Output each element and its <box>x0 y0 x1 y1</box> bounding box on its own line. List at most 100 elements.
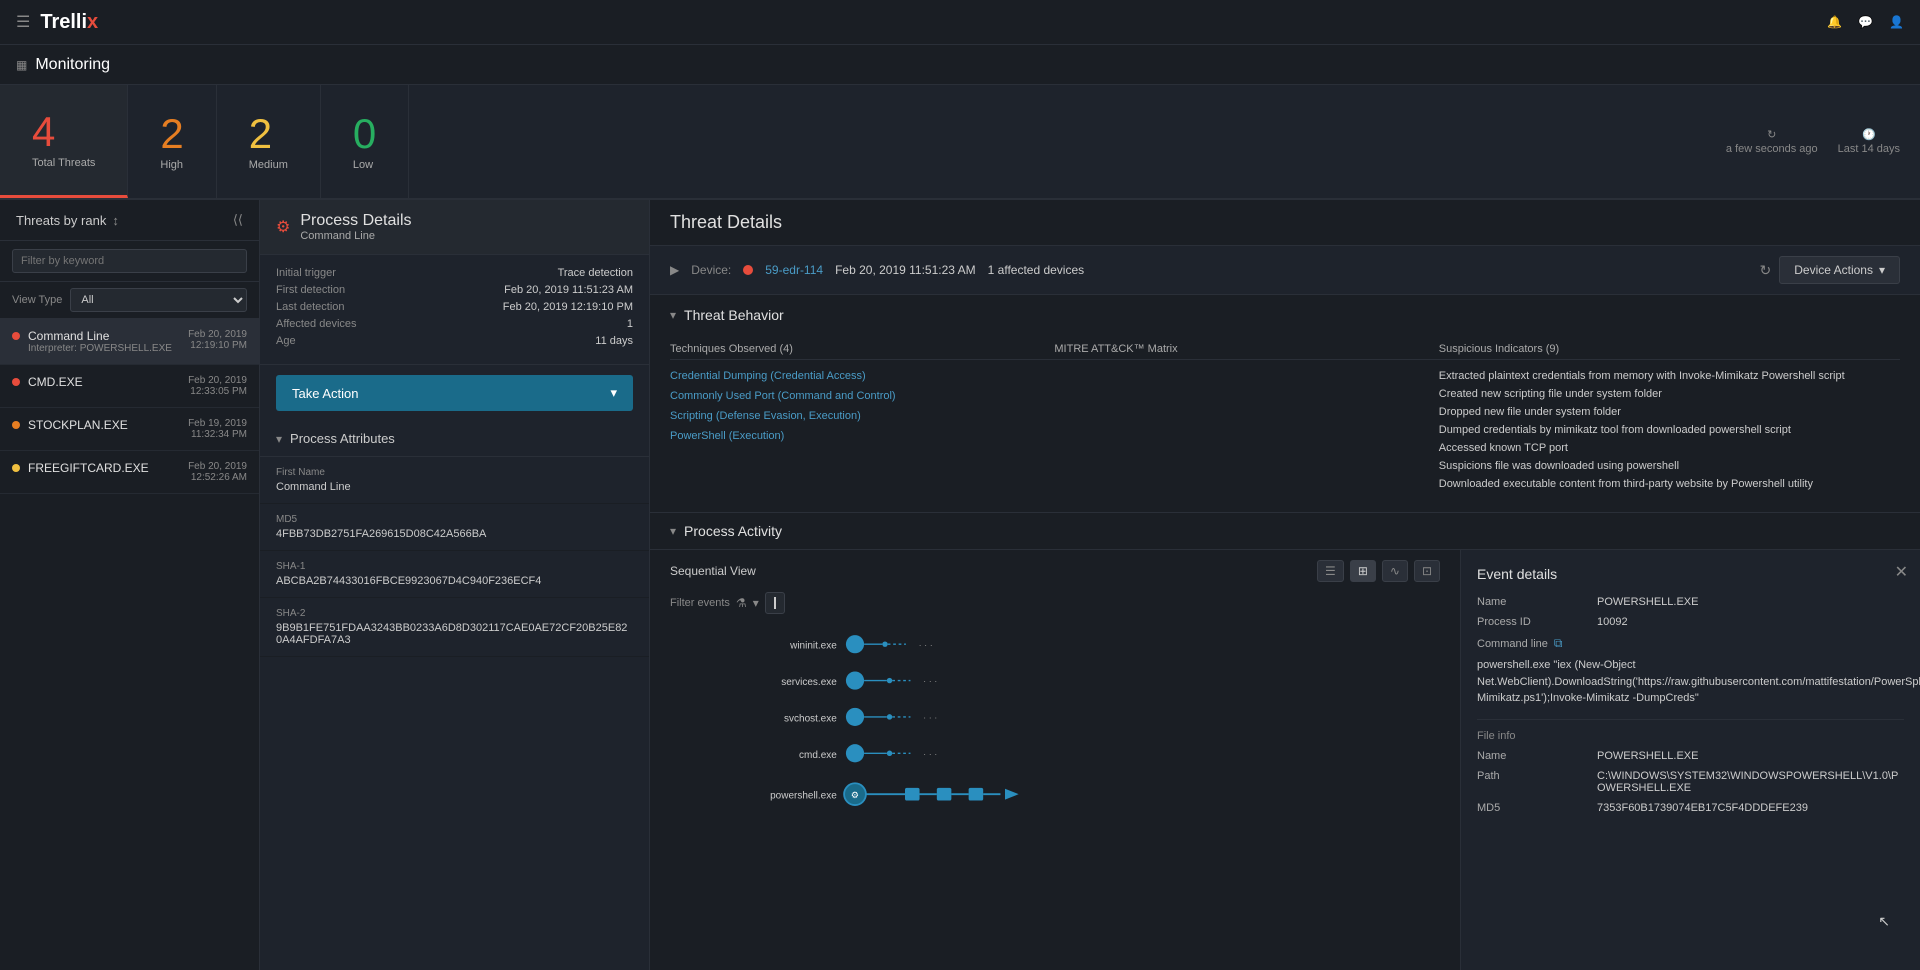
table-view-button[interactable]: ⊡ <box>1414 560 1440 582</box>
refresh-icon[interactable]: ↻ <box>1767 128 1776 141</box>
period-label[interactable]: Last 14 days <box>1838 143 1900 155</box>
list-view-button[interactable]: ☰ <box>1317 560 1344 582</box>
device-actions-label: Device Actions <box>1794 263 1873 277</box>
meta-last-detection: Last detection Feb 20, 2019 12:19:10 PM <box>276 301 633 313</box>
threat-item-3[interactable]: FREEGIFTCARD.EXE Feb 20, 2019 12:52:26 A… <box>0 451 259 494</box>
view-type-label: View Type <box>12 294 62 306</box>
device-refresh-button[interactable]: ↻ <box>1760 262 1772 279</box>
process-activity-chevron: ▾ <box>670 524 676 538</box>
threat-item-1[interactable]: CMD.EXE Feb 20, 2019 12:33:05 PM <box>0 365 259 408</box>
app-logo: Trellix <box>40 11 98 34</box>
tree-label-wininit: wininit.exe <box>789 641 837 652</box>
grid-view-button[interactable]: ⊞ <box>1350 560 1376 582</box>
threat-sub-0: Interpreter: POWERSHELL.EXE <box>28 343 180 354</box>
event-details-close-button[interactable]: ✕ <box>1895 562 1908 582</box>
tree-node-chain-2[interactable] <box>937 788 952 801</box>
event-name-value: POWERSHELL.EXE <box>1597 596 1698 608</box>
attr-sha2-value: 9B9B1FE751FDAA3243BB0233A6D8D302117CAE0A… <box>276 622 633 646</box>
take-action-button[interactable]: Take Action ▾ <box>276 375 633 411</box>
stat-total-threats[interactable]: 4 Total Threats <box>0 85 128 198</box>
high-label: High <box>160 159 183 171</box>
low-value: 0 <box>353 113 376 155</box>
filter-bar: Filter events ⚗ ▾ <box>670 592 1440 614</box>
meta-age-label: Age <box>276 335 296 347</box>
tree-node-services[interactable] <box>846 671 864 689</box>
threat-time-2: Feb 19, 2019 11:32:34 PM <box>188 418 247 440</box>
technique-1[interactable]: Commonly Used Port (Command and Control) <box>670 390 1054 402</box>
stat-high[interactable]: 2 High <box>128 85 216 198</box>
tree-node-chain-3[interactable] <box>969 788 984 801</box>
process-activity-header[interactable]: ▾ Process Activity <box>650 513 1920 550</box>
meta-first-detection: First detection Feb 20, 2019 11:51:23 AM <box>276 284 633 296</box>
file-md5-row: MD5 7353F60B1739074EB17C5F4DDDEFE239 <box>1477 802 1904 814</box>
refresh-info: ↻ a few seconds ago <box>1726 128 1818 155</box>
threat-severity-dot-3 <box>12 464 20 472</box>
file-name-row: Name POWERSHELL.EXE <box>1477 750 1904 762</box>
technique-2[interactable]: Scripting (Defense Evasion, Execution) <box>670 410 1054 422</box>
techniques-header: Techniques Observed (4) <box>670 335 1054 360</box>
meta-affected-devices-label: Affected devices <box>276 318 357 330</box>
device-time: Feb 20, 2019 11:51:23 AM <box>835 263 976 277</box>
tree-node-chain-1[interactable] <box>905 788 920 801</box>
threat-name-1: CMD.EXE <box>28 375 180 389</box>
meta-first-detection-value: Feb 20, 2019 11:51:23 AM <box>504 284 633 296</box>
attr-sha1-label: SHA-1 <box>276 561 633 572</box>
seq-header: Sequential View ☰ ⊞ ∿ ⊡ <box>670 560 1440 582</box>
cmd-copy-icon[interactable]: ⧉ <box>1554 636 1563 651</box>
threat-behavior: ▾ Threat Behavior Techniques Observed (4… <box>650 295 1920 513</box>
threat-details-header: Threat Details <box>650 200 1920 246</box>
low-label: Low <box>353 159 376 171</box>
technique-0[interactable]: Credential Dumping (Credential Access) <box>670 370 1054 382</box>
seq-title: Sequential View <box>670 564 756 578</box>
mitre-header: MITRE ATT&CK™ Matrix <box>1054 335 1438 360</box>
threat-time-0: Feb 20, 2019 12:19:10 PM <box>188 329 247 351</box>
tree-node-cmd[interactable] <box>846 744 864 762</box>
total-threats-value: 4 <box>32 111 95 153</box>
sidebar-section-title: Threats by rank ↕ ⟨⟨ <box>0 200 259 241</box>
threat-behavior-title: Threat Behavior <box>684 307 784 323</box>
total-threats-label: Total Threats <box>32 157 95 169</box>
event-details-title: Event details <box>1477 566 1904 582</box>
stat-low[interactable]: 0 Low <box>321 85 409 198</box>
bell-icon[interactable]: 🔔 <box>1827 15 1842 29</box>
monitoring-title: Monitoring <box>35 56 110 74</box>
sidebar-sort-icon[interactable]: ↕ <box>112 213 119 228</box>
event-pid-value: 10092 <box>1597 616 1628 628</box>
chat-icon[interactable]: 💬 <box>1858 15 1873 29</box>
filter-funnel-icon[interactable]: ⚗ <box>736 596 747 610</box>
threat-behavior-header[interactable]: ▾ Threat Behavior <box>650 295 1920 335</box>
event-pid-label: Process ID <box>1477 616 1597 628</box>
tree-node-wininit[interactable] <box>846 635 864 653</box>
threat-item-2[interactable]: STOCKPLAN.EXE Feb 19, 2019 11:32:34 PM <box>0 408 259 451</box>
threat-name-3: FREEGIFTCARD.EXE <box>28 461 180 475</box>
cmd-value: powershell.exe "iex (New-Object Net.WebC… <box>1477 657 1904 707</box>
graph-view-button[interactable]: ∿ <box>1382 560 1408 582</box>
indicator-2: Dropped new file under system folder <box>1439 406 1900 418</box>
device-name[interactable]: 59-edr-114 <box>765 263 823 277</box>
sidebar-collapse-icon[interactable]: ⟨⟨ <box>233 212 243 228</box>
threat-info-1: CMD.EXE <box>28 375 180 389</box>
meta-age-value: 11 days <box>595 335 633 347</box>
technique-3[interactable]: PowerShell (Execution) <box>670 430 1054 442</box>
device-chevron-icon[interactable]: ▶ <box>670 263 679 277</box>
view-type-select[interactable]: All <box>70 288 247 312</box>
user-icon[interactable]: 👤 <box>1889 15 1904 29</box>
filter-input[interactable] <box>12 249 247 273</box>
stat-medium[interactable]: 2 Medium <box>217 85 321 198</box>
filter-input-bar[interactable] <box>765 592 785 614</box>
threat-details-title: Threat Details <box>670 212 1900 233</box>
tree-node-svchost[interactable] <box>846 708 864 726</box>
filter-chevron[interactable]: ▾ <box>753 596 759 610</box>
device-label: Device: <box>691 263 731 277</box>
right-panel: Threat Details ▶ Device: 59-edr-114 Feb … <box>650 200 1920 970</box>
process-attributes-header[interactable]: ▾ Process Attributes <box>260 421 649 457</box>
clock-icon: 🕐 <box>1862 128 1876 141</box>
hamburger-icon[interactable]: ☰ <box>16 12 30 32</box>
device-affected: 1 affected devices <box>988 263 1085 277</box>
device-actions-button[interactable]: Device Actions ▾ <box>1779 256 1900 284</box>
sidebar: Threats by rank ↕ ⟨⟨ View Type All Comma… <box>0 200 260 970</box>
sidebar-filter <box>0 241 259 282</box>
tree-label-cmd: cmd.exe <box>799 750 837 761</box>
threat-time-3: Feb 20, 2019 12:52:26 AM <box>188 461 247 483</box>
threat-item-0[interactable]: Command Line Interpreter: POWERSHELL.EXE… <box>0 319 259 365</box>
